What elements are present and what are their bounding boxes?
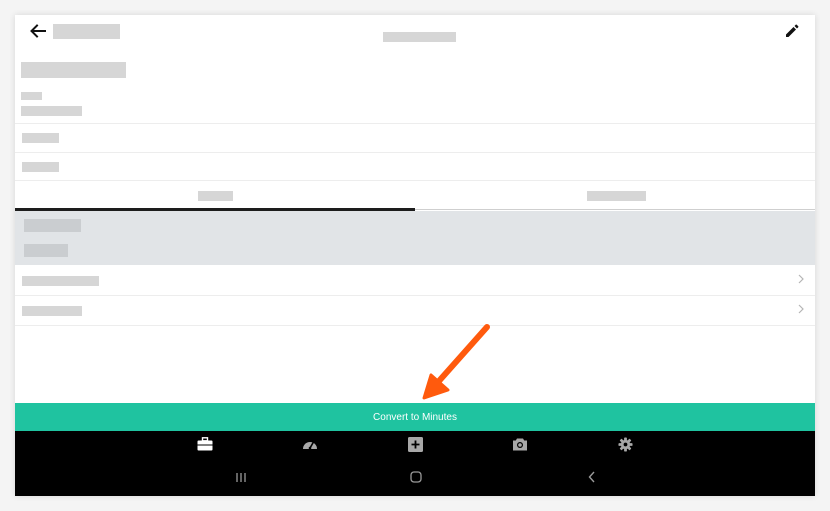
tab-label [587, 191, 646, 201]
back-system-button[interactable] [584, 469, 600, 485]
chevron-right-icon [798, 304, 804, 314]
summary-title [24, 219, 81, 232]
nav-item-settings[interactable] [616, 435, 634, 453]
back-chevron-icon [588, 471, 595, 483]
tab-baseline [415, 209, 815, 210]
info-line [22, 133, 59, 143]
arrow-left-icon [30, 24, 46, 38]
gear-icon [617, 436, 633, 452]
nav-item-briefcase[interactable] [196, 435, 214, 453]
item-heading [21, 62, 126, 78]
chevron-right-icon [798, 274, 804, 284]
field-label [21, 92, 42, 100]
tab-second[interactable] [415, 180, 815, 210]
primary-action-button[interactable]: Convert to Minutes [15, 403, 815, 431]
summary-panel [15, 211, 815, 265]
home-button[interactable] [408, 469, 424, 485]
page-subtitle [383, 32, 456, 42]
nav-item-dashboard[interactable] [301, 435, 319, 453]
tab-label [198, 191, 233, 201]
bottom-nav [15, 431, 815, 456]
system-nav-bar [15, 456, 815, 496]
info-line [22, 162, 59, 172]
briefcase-icon [197, 437, 213, 451]
section-divider [15, 152, 815, 153]
field-value [21, 106, 82, 116]
section-divider [15, 123, 815, 124]
edit-button[interactable] [782, 21, 802, 41]
nav-item-create[interactable] [406, 435, 424, 453]
pencil-icon [786, 24, 799, 37]
list-item-label [22, 276, 99, 286]
row-divider [15, 325, 815, 326]
list-item[interactable] [15, 265, 815, 295]
back-button[interactable] [27, 21, 49, 41]
tab-first[interactable] [15, 180, 415, 210]
page-title [53, 24, 120, 39]
recents-button[interactable] [233, 469, 249, 485]
summary-value [24, 244, 68, 257]
nav-item-camera[interactable] [511, 435, 529, 453]
recents-icon [236, 472, 246, 482]
list-item[interactable] [15, 295, 815, 325]
app-screen: Convert to Minutes [15, 15, 815, 496]
plus-square-icon [407, 436, 423, 452]
primary-action-label: Convert to Minutes [373, 411, 457, 423]
home-icon [410, 471, 422, 483]
speedometer-icon [303, 441, 317, 450]
camera-icon [513, 438, 527, 451]
list-item-label [22, 306, 82, 316]
